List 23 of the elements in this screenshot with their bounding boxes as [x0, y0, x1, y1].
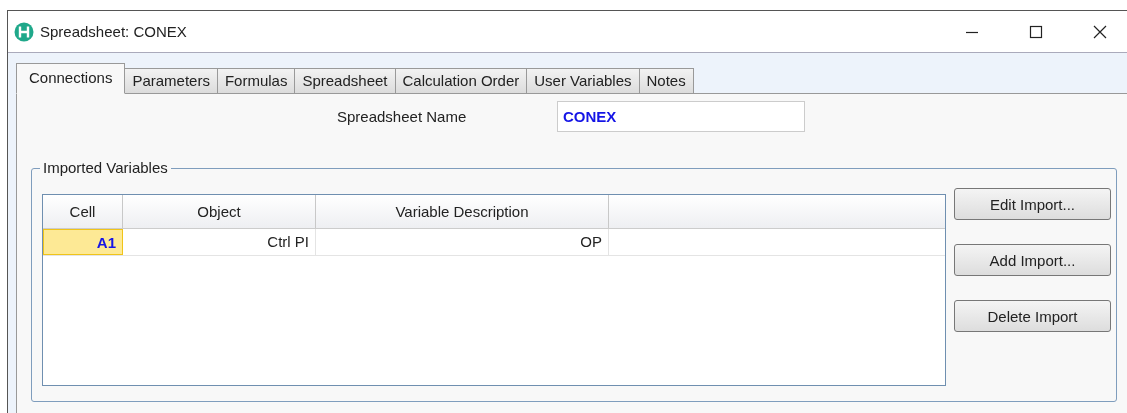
column-header[interactable]: Object — [123, 195, 316, 228]
tab[interactable]: Spreadsheet — [295, 68, 396, 94]
maximize-icon[interactable] — [1029, 24, 1043, 39]
tab[interactable]: Notes — [639, 68, 694, 94]
field-label: Spreadsheet Name — [337, 108, 468, 125]
name-field[interactable]: CONEX — [557, 101, 805, 132]
app-logo-icon — [14, 21, 34, 42]
table-cell[interactable]: A1 — [43, 229, 123, 255]
column-header[interactable]: Variable Description — [316, 195, 609, 228]
tab[interactable]: Calculation Order — [395, 68, 528, 94]
table-cell[interactable]: Ctrl PI — [123, 229, 316, 255]
tab[interactable]: User Variables — [527, 68, 640, 94]
window-title: Spreadsheet: CONEX — [40, 23, 187, 40]
tab[interactable]: Formulas — [217, 68, 296, 94]
table-cell[interactable]: OP — [316, 229, 609, 255]
tab[interactable]: Parameters — [125, 68, 218, 94]
action-button[interactable]: Edit Import... — [954, 188, 1111, 220]
action-button[interactable]: Delete Import — [954, 300, 1111, 332]
tab[interactable]: Connections — [16, 63, 126, 94]
close-icon[interactable] — [1093, 24, 1107, 39]
group-title: Imported Variables — [40, 159, 171, 176]
column-header[interactable]: Cell — [43, 195, 123, 228]
action-button[interactable]: Add Import... — [954, 244, 1111, 276]
